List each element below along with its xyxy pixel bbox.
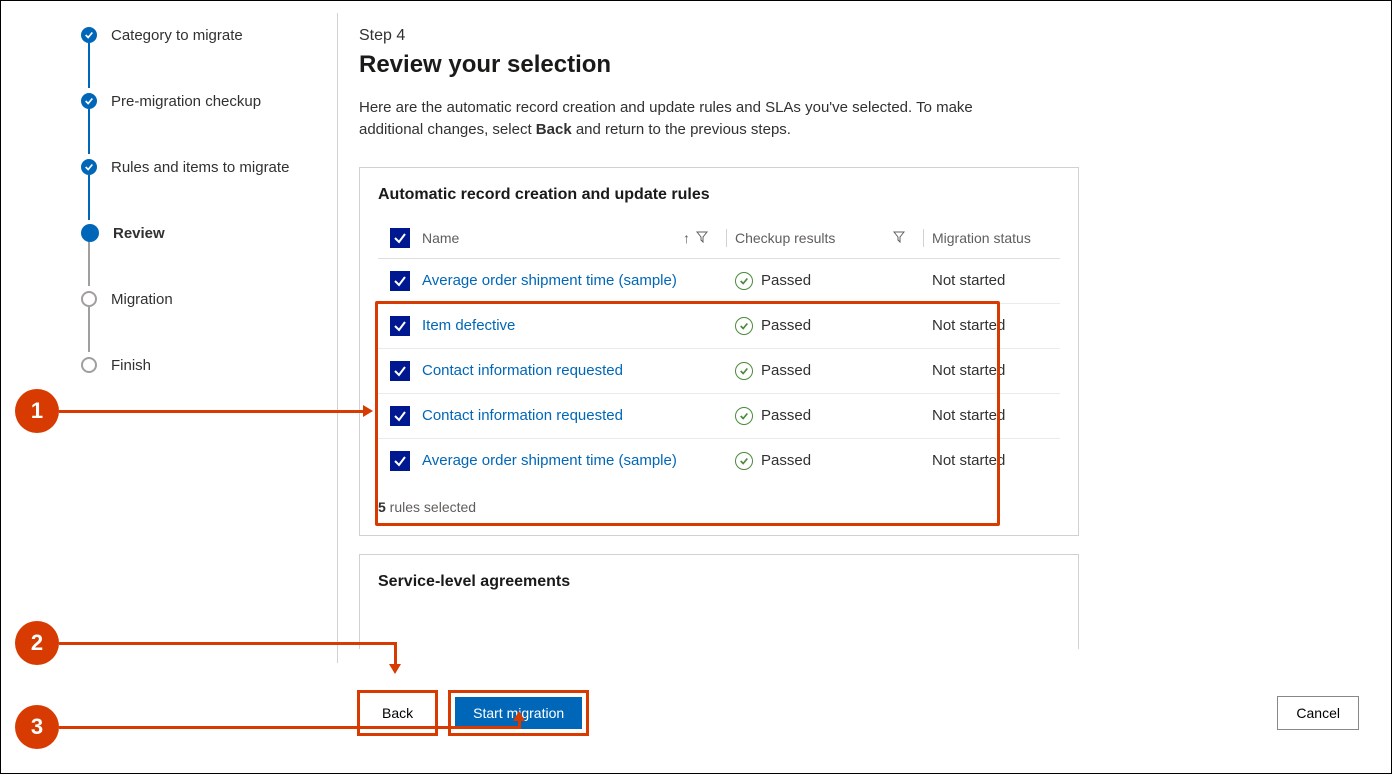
callout-badge-1: 1 (15, 389, 59, 433)
check-circle-icon (735, 362, 753, 380)
table-row: Item defective Passed Not started (378, 304, 1060, 349)
future-step-icon (81, 291, 97, 307)
rules-table: Name ↑ Checkup results (378, 222, 1060, 483)
check-circle-icon (735, 317, 753, 335)
step-finish[interactable]: Finish (81, 353, 326, 377)
callout-arrow-2v (394, 642, 397, 666)
back-button[interactable]: Back (363, 696, 432, 730)
wizard-footer: Back Start migration Cancel (1, 673, 1391, 773)
sort-arrow-icon[interactable]: ↑ (683, 230, 690, 246)
row-checkbox[interactable] (390, 406, 410, 426)
future-step-icon (81, 357, 97, 373)
rules-panel: Automatic record creation and update rul… (359, 167, 1079, 536)
row-checkbox[interactable] (390, 271, 410, 291)
table-row: Average order shipment time (sample) Pas… (378, 439, 1060, 483)
callout-badge-3: 3 (15, 705, 59, 749)
rule-link[interactable]: Contact information requested (422, 362, 623, 379)
rule-link[interactable]: Average order shipment time (sample) (422, 272, 677, 289)
filter-icon[interactable] (893, 230, 905, 246)
arrow-up-icon (513, 711, 525, 721)
rule-link[interactable]: Contact information requested (422, 407, 623, 424)
row-checkbox[interactable] (390, 361, 410, 381)
sla-panel: Service-level agreements (359, 554, 1079, 649)
row-checkbox[interactable] (390, 316, 410, 336)
table-row: Contact information requested Passed Not… (378, 349, 1060, 394)
migration-status: Not started (932, 272, 1052, 289)
table-row: Average order shipment time (sample) Pas… (378, 259, 1060, 304)
check-circle-icon (735, 272, 753, 290)
migration-status: Not started (932, 317, 1052, 334)
intro-text: Here are the automatic record creation a… (359, 97, 1019, 141)
select-all-checkbox[interactable] (390, 228, 410, 248)
step-rules[interactable]: Rules and items to migrate (81, 155, 326, 179)
col-name-header[interactable]: Name (422, 230, 459, 246)
arrow-down-icon (389, 664, 401, 674)
migration-status: Not started (932, 452, 1052, 469)
rule-link[interactable]: Average order shipment time (sample) (422, 452, 677, 469)
cancel-button[interactable]: Cancel (1277, 696, 1359, 730)
table-header: Name ↑ Checkup results (378, 222, 1060, 259)
filter-icon[interactable] (696, 230, 708, 246)
arrow-right-icon (363, 405, 373, 417)
sla-panel-title: Service-level agreements (378, 573, 1060, 591)
rule-link[interactable]: Item defective (422, 317, 515, 334)
main-content: Step 4 Review your selection Here are th… (359, 27, 1079, 667)
migration-status: Not started (932, 362, 1052, 379)
step-number: Step 4 (359, 27, 1079, 45)
callout-arrow-3 (59, 726, 521, 729)
annotation-box-2: Back (357, 690, 438, 736)
checkmark-icon (81, 159, 97, 175)
page-title: Review your selection (359, 51, 1079, 79)
current-step-icon (81, 224, 99, 242)
callout-arrow-1 (59, 410, 365, 413)
callout-arrow-2 (59, 642, 397, 645)
callout-badge-2: 2 (15, 621, 59, 665)
check-circle-icon (735, 452, 753, 470)
checkmark-icon (81, 93, 97, 109)
check-circle-icon (735, 407, 753, 425)
vertical-divider (337, 13, 338, 663)
checkmark-icon (81, 27, 97, 43)
row-checkbox[interactable] (390, 451, 410, 471)
table-row: Contact information requested Passed Not… (378, 394, 1060, 439)
col-checkup-header[interactable]: Checkup results (735, 230, 835, 246)
step-review[interactable]: Review (81, 221, 326, 245)
step-category[interactable]: Category to migrate (81, 23, 326, 47)
col-migration-header[interactable]: Migration status (932, 230, 1052, 246)
migration-status: Not started (932, 407, 1052, 424)
step-migration[interactable]: Migration (81, 287, 326, 311)
step-precheck[interactable]: Pre-migration checkup (81, 89, 326, 113)
wizard-stepper: Category to migrate Pre-migration checku… (81, 23, 326, 377)
rules-selected-count: 5 rules selected (378, 499, 1060, 515)
rules-panel-title: Automatic record creation and update rul… (378, 186, 1060, 204)
